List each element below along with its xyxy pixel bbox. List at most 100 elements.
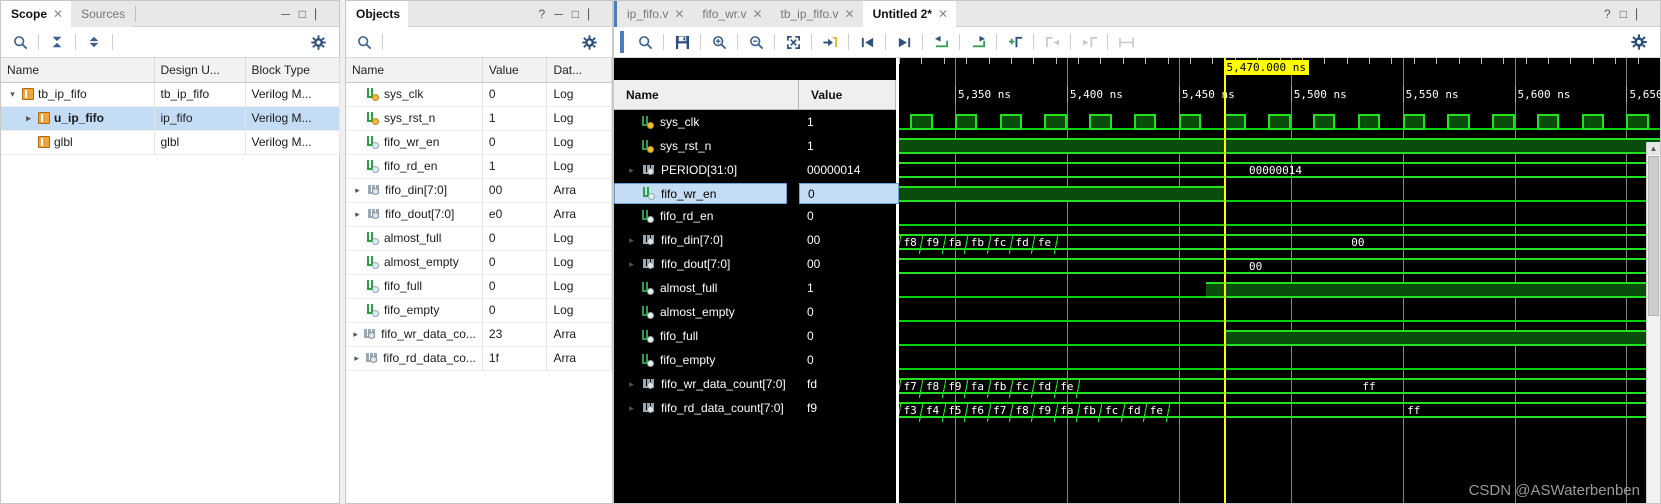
waveform-vertical-scrollbar[interactable]: ▲ [1646, 142, 1660, 503]
waveform-signal-row[interactable]: ▸ fifo_dout[7:0] [614, 252, 799, 276]
help-icon[interactable]: ? [539, 8, 546, 20]
save-icon[interactable] [669, 30, 695, 54]
minimize-icon[interactable]: ─ [554, 8, 563, 20]
table-row[interactable]: ▸ fifo_rd_data_co... 1f Arra [346, 346, 612, 371]
chevron-down-icon[interactable]: ▾ [7, 89, 18, 100]
table-row[interactable]: ▸ fifo_wr_data_co... 23 Arra [346, 322, 612, 347]
search-icon[interactable] [7, 30, 33, 54]
table-row[interactable]: almost_full 0 Log [346, 226, 612, 251]
tab-tb-ip-fifo-v[interactable]: tb_ip_fifo.v ✕ [770, 0, 863, 27]
gear-icon[interactable] [576, 30, 602, 54]
chevron-right-icon[interactable]: ▸ [626, 235, 637, 246]
gear-icon[interactable] [305, 30, 331, 54]
scope-col-name[interactable]: Name [1, 58, 155, 83]
waveform-signal-row[interactable]: almost_full [614, 276, 799, 300]
chevron-right-icon[interactable]: ▸ [352, 209, 363, 220]
next-edge-icon[interactable] [1076, 30, 1102, 54]
collapse-all-icon[interactable] [44, 30, 70, 54]
waveform-canvas[interactable]: 5,350 ns 5,400 ns 5,450 ns 5,500 ns 5,550 ns… [899, 58, 1660, 503]
waveform-signal-row[interactable]: ▸ PERIOD[31:0] [614, 158, 799, 182]
waveform-signal-row[interactable]: fifo_empty [614, 348, 799, 372]
prev-marker-icon[interactable] [928, 30, 954, 54]
table-row[interactable]: glbl glbl Verilog M... [1, 130, 340, 155]
close-icon[interactable]: ✕ [53, 7, 63, 21]
chevron-right-icon[interactable]: ▸ [626, 379, 637, 390]
waveform-col-name[interactable]: Name [614, 80, 799, 110]
objects-col-name[interactable]: Name [346, 58, 483, 83]
waveform-signal-row[interactable]: ▸ fifo_rd_data_count[7:0] [614, 396, 799, 420]
object-value-cell: 0 [482, 250, 548, 275]
waveform-signal-row[interactable]: fifo_wr_en [614, 183, 787, 204]
waveform-col-value[interactable]: Value [799, 80, 896, 110]
add-marker-icon[interactable] [1002, 30, 1028, 54]
tab-untitled-2-[interactable]: Untitled 2* ✕ [862, 0, 957, 27]
search-icon[interactable] [632, 30, 658, 54]
table-row[interactable]: ▸ fifo_dout[7:0] e0 Arra [346, 202, 612, 227]
close-icon[interactable]: ✕ [845, 7, 855, 21]
measure-icon[interactable] [1113, 30, 1139, 54]
table-row[interactable]: fifo_rd_en 1 Log [346, 154, 612, 179]
close-icon[interactable]: ✕ [752, 7, 762, 21]
cursor-time-flag[interactable]: 5,470.000 ns [1223, 60, 1310, 75]
waveform-signal-row[interactable]: sys_clk [614, 110, 799, 134]
chevron-right-icon[interactable]: ▸ [626, 259, 637, 270]
table-row[interactable]: sys_rst_n 1 Log [346, 106, 612, 131]
gear-icon[interactable] [1626, 30, 1652, 54]
chevron-right-icon[interactable]: ▸ [352, 353, 361, 364]
tab-ip-fifo-v[interactable]: ip_fifo.v ✕ [617, 0, 693, 27]
table-row[interactable]: sys_clk 0 Log [346, 82, 612, 107]
objects-col-value[interactable]: Value [482, 58, 548, 83]
chevron-right-icon[interactable]: ▸ [352, 185, 363, 196]
clock-pulse [1223, 114, 1246, 130]
maximize-icon[interactable]: □ [299, 8, 306, 20]
objects-col-type[interactable]: Dat... [546, 58, 612, 83]
next-marker-icon[interactable] [965, 30, 991, 54]
search-icon[interactable] [354, 30, 374, 54]
table-row[interactable]: fifo_wr_en 0 Log [346, 130, 612, 155]
scope-col-design-unit[interactable]: Design U... [154, 58, 246, 83]
waveform-signal-row[interactable]: ▸ fifo_wr_data_count[7:0] [614, 372, 799, 396]
waveform-trace: f7 f8 f9 fa fb fc fd fe ff [899, 374, 1660, 398]
prev-transition-icon[interactable] [854, 30, 880, 54]
table-row[interactable]: almost_empty 0 Log [346, 250, 612, 275]
float-icon[interactable]: ⎸ [315, 8, 327, 20]
tab-scope[interactable]: Scope ✕ [1, 0, 72, 27]
waveform-signal-row[interactable]: almost_empty [614, 300, 799, 324]
chevron-right-icon[interactable]: ▸ [626, 403, 637, 414]
table-row[interactable]: ▾ tb_ip_fifo tb_ip_fifo Verilog M... [1, 82, 340, 107]
table-row[interactable]: fifo_full 0 Log [346, 274, 612, 299]
maximize-icon[interactable]: □ [572, 8, 579, 20]
waveform-signal-row[interactable]: fifo_full [614, 324, 799, 348]
float-icon[interactable]: ⎸ [588, 8, 600, 20]
table-row[interactable]: ▸ fifo_din[7:0] 00 Arra [346, 178, 612, 203]
next-transition-icon[interactable] [891, 30, 917, 54]
scroll-up-icon[interactable]: ▲ [1647, 142, 1660, 155]
close-icon[interactable]: ✕ [938, 7, 948, 21]
float-icon[interactable]: ⎸ [1636, 8, 1648, 20]
tab-fifo-wr-v[interactable]: fifo_wr.v ✕ [692, 0, 771, 27]
chevron-right-icon[interactable]: ▸ [23, 113, 34, 124]
cursor-line[interactable] [1223, 58, 1226, 503]
tab-sources[interactable]: Sources [71, 0, 134, 27]
close-icon[interactable]: ✕ [674, 7, 684, 21]
goto-time-icon[interactable] [817, 30, 843, 54]
chevron-right-icon[interactable]: ▸ [626, 165, 637, 176]
bus-segment: f9 [1031, 402, 1056, 422]
table-row[interactable]: ▸ u_ip_fifo ip_fifo Verilog M... [1, 106, 340, 131]
prev-edge-icon[interactable] [1039, 30, 1065, 54]
chevron-right-icon[interactable]: ▸ [352, 329, 359, 340]
help-icon[interactable]: ? [1604, 8, 1611, 20]
zoom-out-icon[interactable] [743, 30, 769, 54]
zoom-in-icon[interactable] [706, 30, 732, 54]
scrollbar-thumb[interactable] [1648, 156, 1659, 316]
expand-all-icon[interactable] [81, 30, 107, 54]
zoom-fit-icon[interactable] [780, 30, 806, 54]
scope-col-block-type[interactable]: Block Type [245, 58, 340, 83]
tab-objects[interactable]: Objects [346, 0, 409, 27]
waveform-signal-row[interactable]: fifo_rd_en [614, 204, 799, 228]
maximize-icon[interactable]: □ [1620, 8, 1627, 20]
waveform-signal-row[interactable]: sys_rst_n [614, 134, 799, 158]
minimize-icon[interactable]: ─ [281, 8, 290, 20]
table-row[interactable]: fifo_empty 0 Log [346, 298, 612, 323]
waveform-signal-row[interactable]: ▸ fifo_din[7:0] [614, 228, 799, 252]
